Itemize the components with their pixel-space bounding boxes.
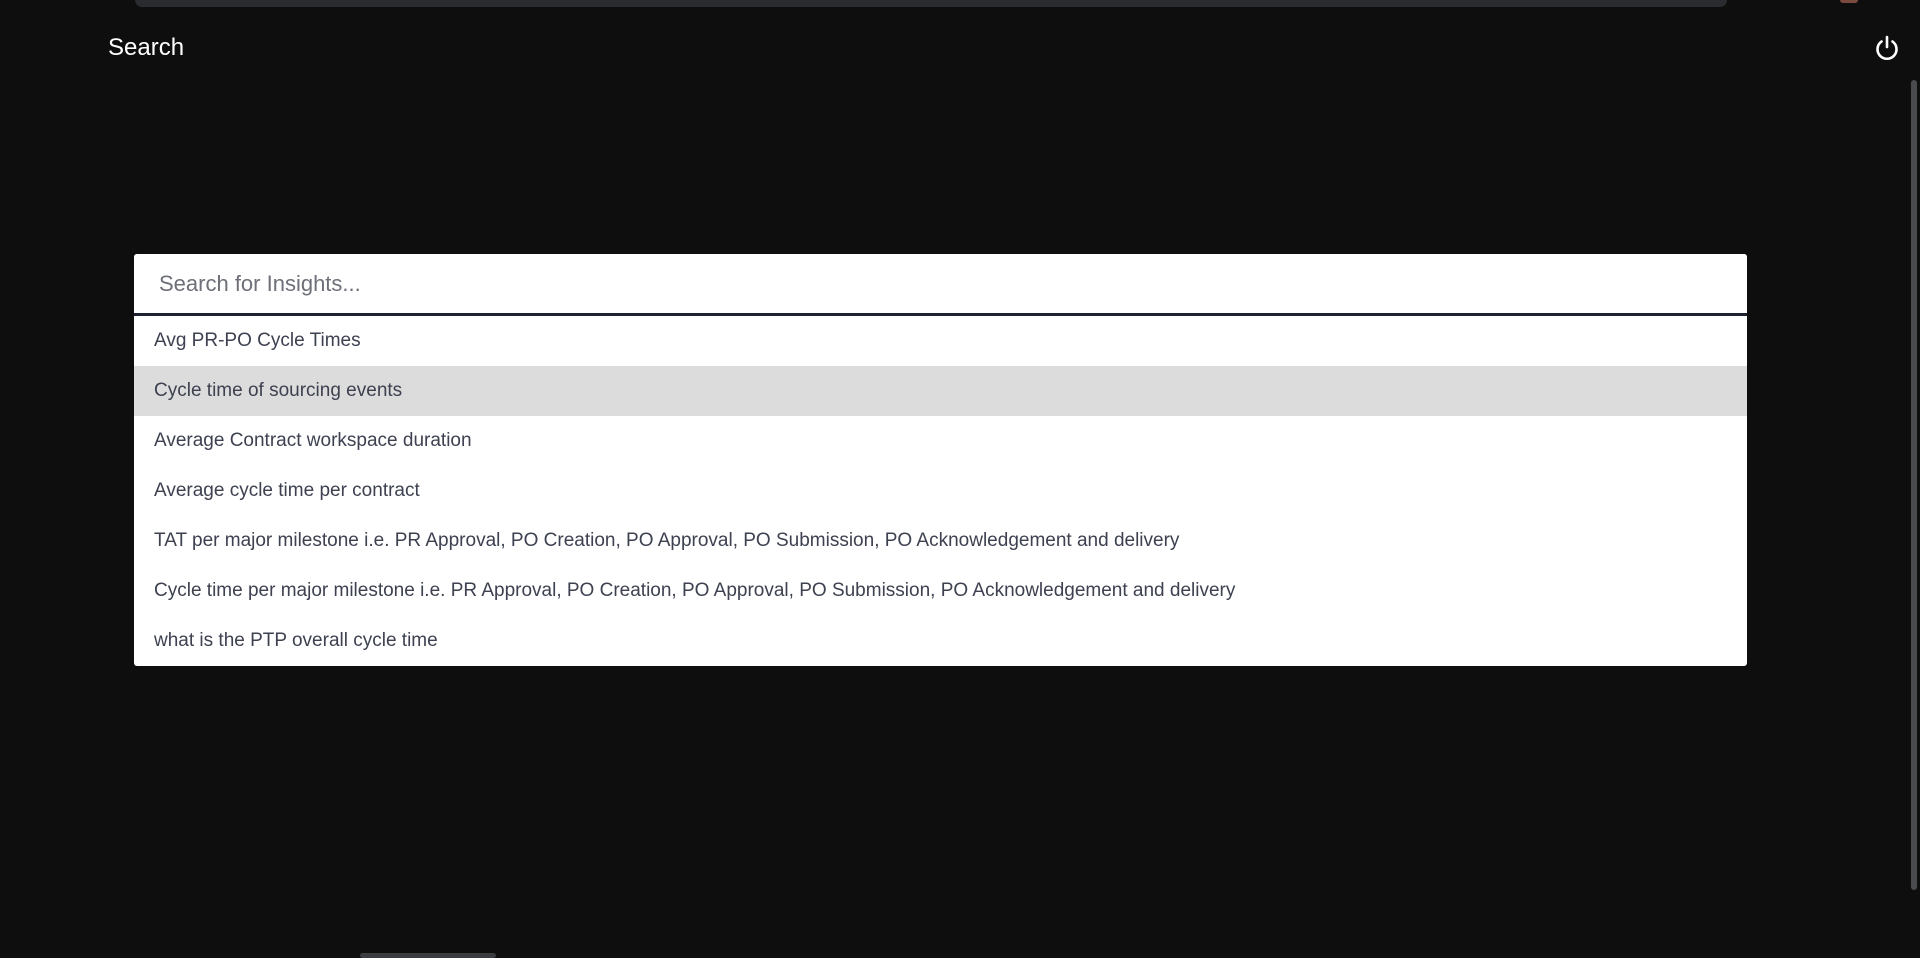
- suggestion-item[interactable]: what is the PTP overall cycle time: [134, 616, 1747, 666]
- power-icon: [1876, 35, 1898, 60]
- suggestion-item[interactable]: Avg PR-PO Cycle Times: [134, 316, 1747, 366]
- suggestion-item[interactable]: Cycle time per major milestone i.e. PR A…: [134, 566, 1747, 616]
- page-title: Search: [108, 34, 185, 61]
- power-button[interactable]: [1872, 33, 1902, 63]
- top-right-indicator: [1840, 0, 1858, 3]
- suggestions-list: Avg PR-PO Cycle Times Cycle time of sourc…: [134, 316, 1747, 666]
- top-browser-strip: [135, 0, 1727, 7]
- suggestion-item[interactable]: Cycle time of sourcing events: [134, 366, 1747, 416]
- vertical-scrollbar-thumb[interactable]: [1911, 80, 1917, 890]
- search-input[interactable]: [134, 254, 1747, 316]
- search-panel: Avg PR-PO Cycle TimesCycle time of sourc…: [134, 254, 1747, 666]
- suggestion-item[interactable]: TAT per major milestone i.e. PR Approval…: [134, 516, 1747, 566]
- suggestion-item[interactable]: Average cycle time per contract: [134, 466, 1747, 516]
- suggestion-item[interactable]: Average Contract workspace duration: [134, 416, 1747, 466]
- horizontal-scrollbar-thumb[interactable]: [360, 953, 496, 958]
